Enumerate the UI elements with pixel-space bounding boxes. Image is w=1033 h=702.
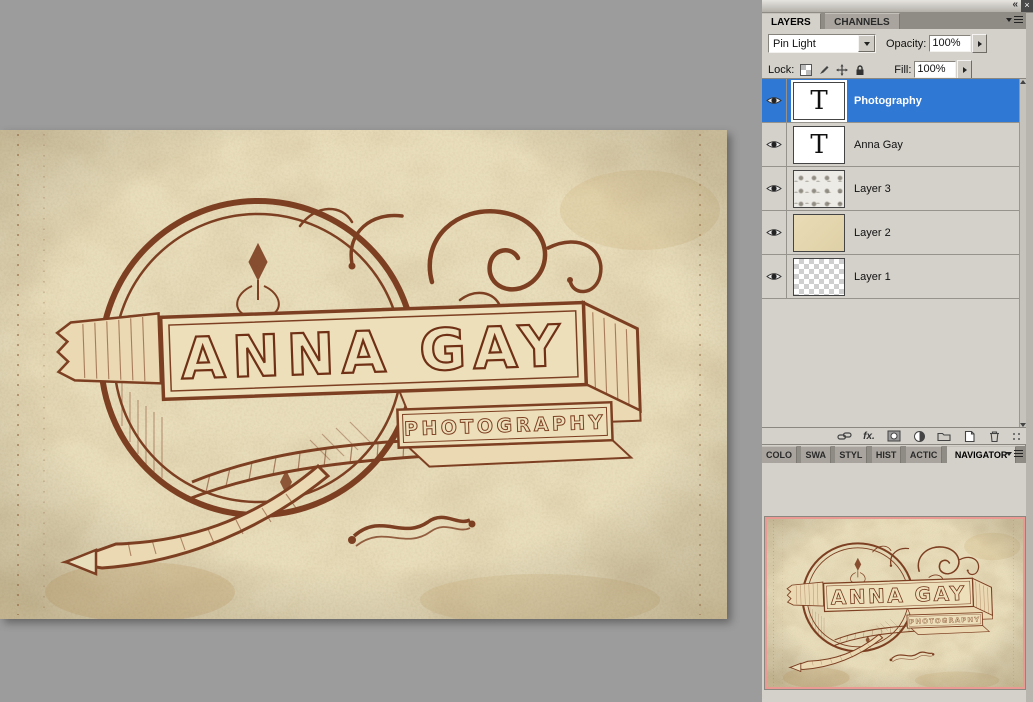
tab-styles[interactable]: STYL	[835, 446, 867, 463]
layer-thumbnail-pattern[interactable]	[793, 170, 845, 208]
tab-layers[interactable]: LAYERS	[762, 13, 821, 30]
delete-layer-icon[interactable]	[986, 429, 1002, 443]
layer-row-layer3[interactable]: Layer 3	[762, 167, 1026, 211]
eye-icon	[766, 227, 782, 238]
visibility-toggle[interactable]	[762, 123, 787, 166]
layers-footer: fx.	[762, 427, 1026, 445]
opacity-label: Opacity:	[886, 38, 926, 50]
adjustment-layer-icon[interactable]	[911, 429, 927, 443]
navigator-proxy-view[interactable]	[765, 517, 1025, 689]
layer-thumbnail-paper[interactable]	[793, 214, 845, 252]
layer-name: Layer 2	[854, 227, 891, 239]
navigator-thumbnail	[767, 519, 1023, 687]
link-layers-icon[interactable]	[836, 429, 852, 443]
fill-input[interactable]: 100%	[914, 61, 956, 78]
canvas-area	[0, 0, 762, 702]
collapse-panels-icon[interactable]: «	[1012, 0, 1017, 10]
panel-options-grid-icon[interactable]	[1008, 429, 1024, 443]
visibility-toggle[interactable]	[762, 167, 787, 210]
lock-label: Lock:	[768, 64, 794, 76]
lock-all-icon[interactable]	[853, 63, 867, 77]
chevron-down-icon[interactable]	[858, 35, 875, 52]
layer-thumbnail-text[interactable]: T	[793, 126, 845, 164]
navigator-panel	[762, 463, 1026, 702]
layer-list: T Photography T Anna Gay Layer 3	[762, 78, 1026, 428]
tab-swatches[interactable]: SWA	[801, 446, 831, 463]
layer-name: Layer 1	[854, 271, 891, 283]
layers-scrollbar[interactable]	[1019, 79, 1026, 428]
layer-name: Anna Gay	[854, 139, 903, 151]
layer-row-layer2[interactable]: Layer 2	[762, 211, 1026, 255]
lock-position-icon[interactable]	[835, 63, 849, 77]
blend-mode-value: Pin Light	[773, 38, 816, 50]
blend-mode-select[interactable]: Pin Light	[768, 34, 876, 53]
panel-menu-icon[interactable]	[1006, 16, 1023, 23]
layer-row-layer1[interactable]: Layer 1	[762, 255, 1026, 299]
navigator-menu-icon[interactable]	[1006, 450, 1023, 457]
logo-artwork	[0, 130, 727, 619]
tab-history[interactable]: HIST	[872, 446, 902, 463]
layer-row-anna-gay[interactable]: T Anna Gay	[762, 123, 1026, 167]
layers-controls: Pin Light Opacity: 100% Lock:	[762, 29, 1026, 78]
photoshop-window: « × LAYERS CHANNELS Pin Light Opacity: 1…	[0, 0, 1033, 702]
visibility-toggle[interactable]	[762, 79, 787, 122]
opacity-value: 100%	[932, 37, 960, 49]
layer-group-icon[interactable]	[936, 429, 952, 443]
opacity-input[interactable]: 100%	[929, 35, 971, 52]
tab-channels[interactable]: CHANNELS	[825, 13, 900, 30]
lock-transparency-icon[interactable]	[799, 63, 813, 77]
fill-slider-icon[interactable]	[957, 60, 972, 79]
layer-row-photography[interactable]: T Photography	[762, 79, 1026, 123]
layer-name: Layer 3	[854, 183, 891, 195]
document-canvas[interactable]	[0, 130, 727, 619]
eye-icon	[766, 139, 782, 150]
layer-style-icon[interactable]: fx.	[861, 429, 877, 443]
lock-pixels-icon[interactable]	[817, 63, 831, 77]
visibility-toggle[interactable]	[762, 255, 787, 298]
layer-thumbnail-transparent[interactable]	[793, 258, 845, 296]
eye-icon	[766, 183, 782, 194]
fill-value: 100%	[917, 63, 945, 75]
visibility-toggle[interactable]	[762, 211, 787, 254]
text-layer-glyph: T	[810, 130, 827, 160]
scroll-up-icon[interactable]	[1020, 80, 1026, 84]
text-layer-glyph: T	[810, 86, 827, 116]
eye-icon	[766, 271, 782, 282]
fill-label: Fill:	[894, 64, 911, 76]
layers-tab-bar: LAYERS CHANNELS	[762, 12, 1026, 30]
panel-dock: « × LAYERS CHANNELS Pin Light Opacity: 1…	[762, 0, 1033, 702]
dock-edge-strip	[1025, 12, 1033, 702]
layer-mask-icon[interactable]	[886, 429, 902, 443]
layer-name: Photography	[854, 95, 922, 107]
eye-icon	[766, 95, 782, 106]
close-icon[interactable]: ×	[1021, 0, 1033, 12]
secondary-tab-bar: COLO SWA STYL HIST ACTIC NAVIGATOR	[762, 446, 1026, 464]
opacity-slider-icon[interactable]	[972, 34, 987, 53]
layer-thumbnail-text[interactable]: T	[793, 82, 845, 120]
new-layer-icon[interactable]	[961, 429, 977, 443]
tab-color[interactable]: COLO	[762, 446, 797, 463]
tab-actions[interactable]: ACTIC	[906, 446, 943, 463]
